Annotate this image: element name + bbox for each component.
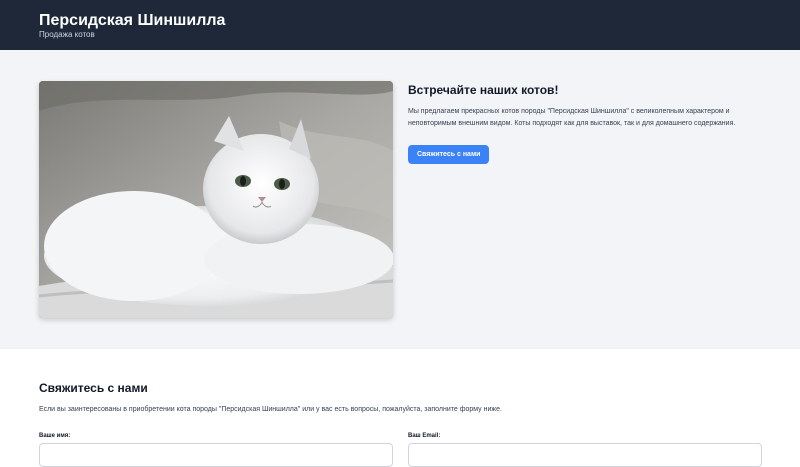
- email-label: Ваш Email:: [408, 433, 441, 439]
- name-label: Ваше имя:: [39, 433, 71, 439]
- cat-photo-illustration: [39, 81, 393, 318]
- cat-photo: [39, 81, 393, 318]
- hero-heading: Встречайте наших котов!: [408, 83, 559, 97]
- contact-heading: Свяжитесь с нами: [39, 381, 148, 395]
- contact-section: Свяжитесь с нами Если вы заинтересованы …: [0, 349, 800, 467]
- contact-us-button[interactable]: Свяжитесь с нами: [408, 145, 490, 164]
- hero-text: Встречайте наших котов! Мы предлагаем пр…: [408, 83, 768, 164]
- hero-section: Встречайте наших котов! Мы предлагаем пр…: [0, 50, 800, 349]
- contact-description: Если вы заинтересованы в приобретении ко…: [39, 406, 502, 413]
- name-field[interactable]: [39, 443, 393, 467]
- site-title: Персидская Шиншилла: [39, 12, 226, 29]
- email-field[interactable]: [408, 443, 762, 467]
- site-subtitle: Продажа котов: [39, 30, 95, 39]
- site-header: Персидская Шиншилла Продажа котов: [0, 0, 800, 50]
- hero-description: Мы предлагаем прекрасных котов породы "П…: [408, 108, 736, 127]
